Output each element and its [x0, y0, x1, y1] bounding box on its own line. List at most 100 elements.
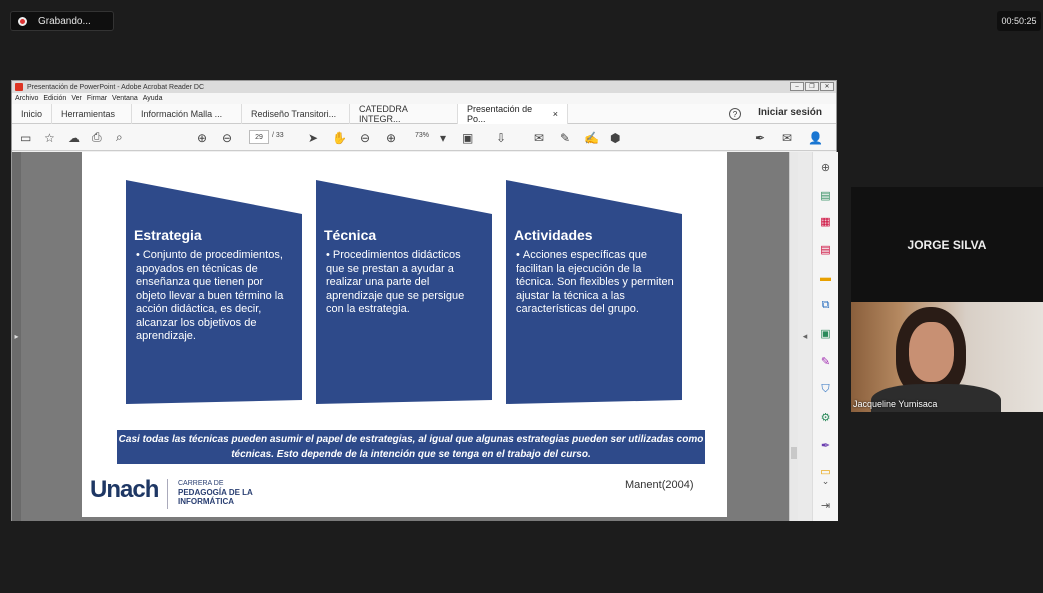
tab-close-icon[interactable]: × — [553, 109, 558, 119]
participant-tile-host[interactable]: JORGE SILVA — [851, 187, 1043, 302]
page-up-icon[interactable]: ⊕ — [197, 129, 207, 146]
tab-label: Inicio — [21, 108, 43, 119]
restore-icon[interactable]: ❐ — [805, 82, 819, 91]
toolbar: ▭ ☆ ☁ ⎙ ⌕ ⊕ ⊖ 29 / 33 ➤ ✋ ⊖ ⊕ 73% ▾ ▣ ⇩ … — [12, 124, 836, 151]
send-sign-icon[interactable]: ✒ — [818, 438, 833, 453]
tab-herramientas[interactable]: Herramientas — [52, 103, 133, 124]
collapse-pane-icon[interactable]: ⇥ — [818, 498, 833, 513]
fit-page-icon[interactable]: ▣ — [462, 129, 473, 146]
menu-ventana[interactable]: Ventana — [112, 95, 138, 102]
right-panel-toggle[interactable]: ◂ — [798, 152, 812, 521]
stamp-icon[interactable]: ⬢ — [610, 129, 620, 146]
comment-icon[interactable]: ✉ — [534, 129, 544, 146]
create-pdf-icon[interactable]: ▤ — [818, 188, 833, 203]
tab-label: CATEDDRA INTEGR... — [359, 103, 408, 124]
login-button[interactable]: Iniciar sesión — [758, 107, 822, 118]
save-icon[interactable]: ▭ — [20, 129, 31, 146]
combine-files-icon[interactable]: ⧉ — [818, 298, 833, 313]
tab-label: Rediseño Transitori... — [251, 108, 337, 119]
window-title: Presentación de PowerPoint - Adobe Acrob… — [27, 83, 205, 91]
tab-label: Presentación de Po... — [467, 103, 533, 124]
tab-catedra[interactable]: CATEDDRA INTEGR... — [350, 103, 459, 124]
minimize-icon[interactable]: – — [790, 82, 804, 91]
sign-icon[interactable]: ✍ — [584, 129, 599, 146]
scrollbar-thumb[interactable] — [791, 447, 797, 459]
fill-sign-icon[interactable]: ✒ — [755, 129, 765, 146]
menu-firmar[interactable]: Firmar — [87, 95, 107, 102]
search-icon[interactable]: ⌕ — [116, 129, 123, 146]
add-user-icon[interactable]: 👤 — [808, 129, 823, 146]
left-panel-toggle[interactable]: ▸ — [12, 152, 21, 521]
scroll-mode-icon[interactable]: ⇩ — [496, 129, 506, 146]
menu-ver[interactable]: Ver — [71, 95, 82, 102]
participant-video[interactable] — [851, 302, 1043, 412]
tab-presentacion[interactable]: Presentación de Po... × — [458, 103, 569, 124]
tab-label: Información Malla ... — [141, 108, 223, 119]
bookmark-star-icon[interactable]: ☆ — [44, 129, 55, 146]
screen: Grabando... 00:50:25 Presentación de Pow… — [0, 0, 1043, 593]
window-controls: – ❐ ✕ — [790, 82, 834, 91]
logo-divider — [167, 479, 168, 509]
highlight-pen-icon[interactable]: ✎ — [560, 129, 570, 146]
record-icon — [18, 16, 27, 26]
mail-icon[interactable]: ✉ — [782, 129, 792, 146]
meeting-timer: 00:50:25 — [997, 11, 1041, 31]
select-cursor-icon[interactable]: ➤ — [308, 129, 318, 146]
tab-inicio[interactable]: Inicio — [12, 103, 53, 124]
career-line-3: INFORMÁTICA — [178, 497, 234, 506]
zoom-out-icon[interactable]: ⊖ — [360, 129, 370, 146]
vertical-scrollbar[interactable] — [789, 152, 798, 521]
protect-icon[interactable]: ⛉ — [818, 382, 833, 397]
panel-text-actividades: • Acciones específicas que facilitan la e… — [516, 249, 674, 315]
panel-title-tecnica: Técnica — [324, 227, 377, 243]
page-down-icon[interactable]: ⊖ — [222, 129, 232, 146]
page-number-input[interactable]: 29 — [249, 130, 269, 144]
zoom-in-icon[interactable]: ⊕ — [386, 129, 396, 146]
acrobat-window: Presentación de PowerPoint - Adobe Acrob… — [11, 80, 838, 521]
zoom-level[interactable]: 73% — [415, 132, 429, 139]
hand-tool-icon[interactable]: ✋ — [332, 129, 347, 146]
tab-informacion-malla[interactable]: Información Malla ... — [132, 103, 243, 124]
panel-title-actividades: Actividades — [514, 227, 593, 243]
menu-edicion[interactable]: Edición — [43, 95, 66, 102]
slide-page: Estrategia • Conjunto de procedimientos, … — [82, 152, 727, 517]
panel-text-tecnica: • Procedimientos didácticos que se presta… — [326, 249, 465, 315]
help-icon[interactable]: ? — [729, 108, 741, 120]
print-icon[interactable]: ⎙ — [92, 129, 102, 146]
upload-cloud-icon[interactable]: ☁ — [68, 129, 80, 146]
organize-pages-icon[interactable]: ▦ — [818, 214, 833, 229]
panel-title-estrategia: Estrategia — [134, 227, 202, 243]
chevron-down-icon[interactable]: ▾ — [440, 129, 446, 146]
video-person-face — [909, 322, 954, 382]
close-icon[interactable]: ✕ — [820, 82, 834, 91]
chevron-down-icon[interactable]: ⌄ — [818, 474, 833, 489]
tab-rediseno[interactable]: Rediseño Transitori... — [242, 103, 351, 124]
citation: Manent(2004) — [625, 479, 694, 491]
tab-label: Herramientas — [61, 108, 116, 119]
zoom-icon[interactable]: ⊕ — [818, 160, 833, 175]
menu-archivo[interactable]: Archivo — [15, 95, 38, 102]
pdf-icon — [15, 83, 23, 91]
tab-bar: Inicio Herramientas Información Malla ..… — [12, 103, 836, 124]
panel-body: Procedimientos didácticos que se prestan… — [326, 249, 465, 315]
participant-video-name: Jacqueline Yumisaca — [853, 399, 938, 409]
menu-bar: Archivo Edición Ver Firmar Ventana Ayuda — [12, 93, 836, 104]
page-total: / 33 — [272, 132, 284, 139]
export-pdf-icon[interactable]: ▤ — [818, 242, 833, 257]
career-name: CARRERA DE PEDAGOGÍA DE LA INFORMÁTICA — [178, 480, 253, 508]
menu-ayuda[interactable]: Ayuda — [143, 95, 163, 102]
recording-indicator[interactable]: Grabando... — [10, 11, 114, 31]
slide-note: Casi todas las técnicas pueden asumir el… — [117, 430, 705, 464]
window-titlebar: Presentación de PowerPoint - Adobe Acrob… — [12, 81, 836, 93]
unach-logo: Unach — [90, 476, 159, 503]
edit-pdf-icon[interactable]: ▣ — [818, 326, 833, 341]
recording-label: Grabando... — [38, 15, 91, 27]
panel-text-estrategia: • Conjunto de procedimientos, apoyados en… — [136, 249, 284, 342]
tools-pane: ⊕ ▤ ▦ ▤ ▬ ⧉ ▣ ✎ ⛉ ⚙ ✒ ▭ ⌄ ⇥ — [812, 152, 838, 521]
panel-body: Conjunto de procedimientos, apoyados en … — [136, 249, 284, 342]
panel-body: Acciones específicas que facilitan la ej… — [516, 249, 674, 315]
scan-icon[interactable]: ⚙ — [818, 410, 833, 425]
fill-sign-tool-icon[interactable]: ✎ — [818, 354, 833, 369]
document-area: ▸ Estrategia • Conjunto de procedimientos… — [12, 152, 838, 521]
comment-tool-icon[interactable]: ▬ — [818, 270, 833, 285]
